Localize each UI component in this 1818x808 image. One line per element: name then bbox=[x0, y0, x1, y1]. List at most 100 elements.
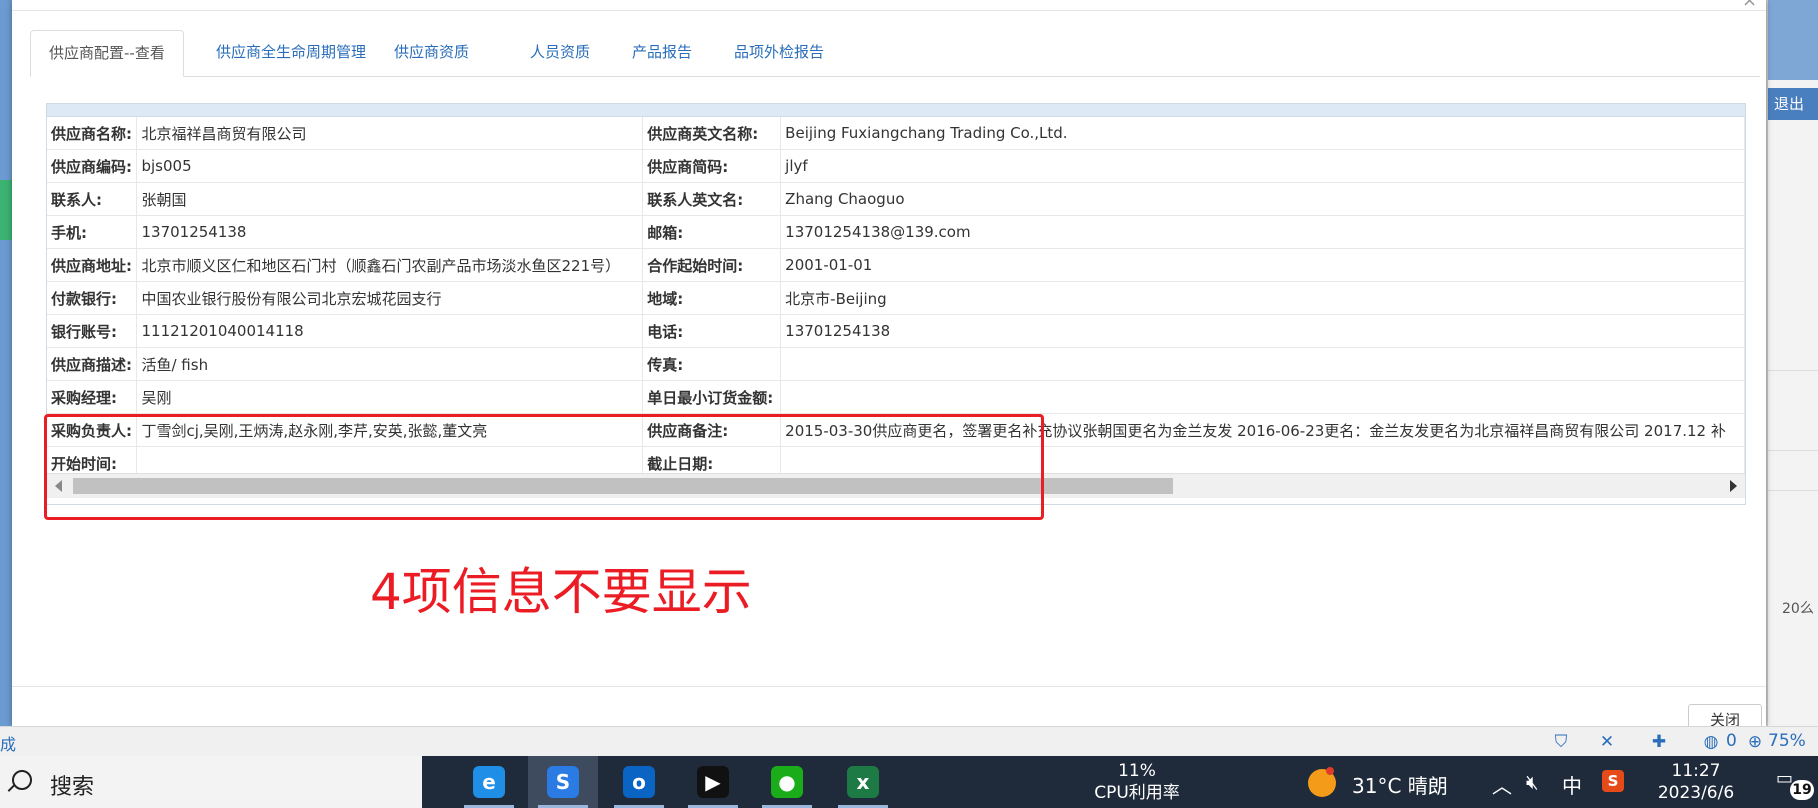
field-label: 付款银行: bbox=[47, 281, 138, 315]
weather-icon[interactable] bbox=[1308, 767, 1336, 797]
tab-supplier-config[interactable]: 供应商配置--查看 bbox=[30, 30, 184, 77]
field-value: Zhang Chaoguo bbox=[780, 182, 1745, 216]
clock-date: 2023/6/6 bbox=[1657, 783, 1735, 803]
outlook-icon: o bbox=[623, 766, 655, 798]
field-label: 供应商编码: bbox=[47, 149, 138, 183]
zoom-icon[interactable]: ⊕ bbox=[1744, 731, 1766, 753]
field-label: 电话: bbox=[642, 314, 782, 348]
taskbar-app[interactable]: S bbox=[528, 756, 598, 808]
field-value: 13701254138 bbox=[136, 215, 644, 249]
info-row: 手机: 13701254138 邮箱: 13701254138@139.com bbox=[47, 215, 1745, 249]
field-label: 采购经理: bbox=[47, 380, 138, 414]
background-right-panel: 退出 20么 bbox=[1767, 0, 1818, 726]
info-row: 银行账号: 11121201040014118 电话: 13701254138 bbox=[47, 314, 1745, 348]
info-row: 联系人: 张朝国 联系人英文名: Zhang Chaoguo bbox=[47, 182, 1745, 216]
excel-icon: x bbox=[847, 766, 879, 798]
wechat-icon: ● bbox=[771, 766, 803, 798]
notification-icon[interactable]: ▭ 19 bbox=[1776, 768, 1814, 800]
app-red-icon: ▶ bbox=[697, 766, 729, 798]
logout-link[interactable]: 退出 bbox=[1768, 88, 1818, 120]
field-label: 邮箱: bbox=[642, 215, 782, 249]
status-count: 0 bbox=[1726, 731, 1737, 751]
info-row: 供应商名称: 北京福祥昌商贸有限公司 供应商英文名称: Beijing Fuxiang… bbox=[47, 117, 1745, 150]
shield-icon[interactable]: ⛉ bbox=[1550, 731, 1572, 753]
field-label: 银行账号: bbox=[47, 314, 138, 348]
field-label: 供应商英文名称: bbox=[642, 117, 782, 150]
clock[interactable]: 11:27 2023/6/6 bbox=[1650, 760, 1742, 804]
field-value bbox=[780, 347, 1745, 381]
background-number: 20么 bbox=[1782, 601, 1814, 617]
taskbar: 搜索 e So ▶ ● x 11% CPU利用率 31°C 晴朗 ︿ 🔇︎ 中 S 11… bbox=[0, 756, 1818, 808]
field-label: 传真: bbox=[642, 347, 782, 381]
search-label: 搜索 bbox=[50, 775, 95, 800]
field-value: Beijing Fuxiangchang Trading Co.,Ltd. bbox=[780, 117, 1745, 150]
field-label: 单日最小订货金额: bbox=[642, 380, 782, 414]
sogou-ime-icon[interactable]: S bbox=[1602, 770, 1624, 792]
taskbar-app[interactable]: o bbox=[604, 756, 674, 808]
field-label: 手机: bbox=[47, 215, 138, 249]
ime-mode[interactable]: 中 bbox=[1562, 770, 1582, 799]
field-value: 吴刚 bbox=[136, 380, 644, 414]
zoom-level[interactable]: 75% bbox=[1768, 731, 1806, 751]
field-value: 13701254138 bbox=[780, 314, 1745, 348]
field-label: 合作起始时间: bbox=[642, 248, 782, 282]
field-label: 联系人英文名: bbox=[642, 182, 782, 216]
field-value: 13701254138@139.com bbox=[780, 215, 1745, 249]
taskbar-app[interactable]: x bbox=[828, 756, 898, 808]
field-value: 11121201040014118 bbox=[136, 314, 644, 348]
supplier-view-dialog: × 供应商配置--查看 供应商全生命周期管理 供应商资质 人员资质 产品报告 品… bbox=[12, 0, 1766, 736]
weather-text[interactable]: 31°C 晴朗 bbox=[1352, 770, 1448, 799]
info-row: 供应商描述: 活鱼/ fish 传真: bbox=[47, 347, 1745, 381]
field-value bbox=[780, 380, 1745, 414]
field-value: bjs005 bbox=[136, 149, 644, 183]
sogou-browser-icon: S bbox=[547, 766, 579, 798]
medkit-icon[interactable]: ✚ bbox=[1648, 731, 1670, 753]
annotation-highlight-box bbox=[44, 414, 1044, 520]
ie-icon: e bbox=[473, 766, 505, 798]
info-row: 供应商编码: bjs005 供应商简码: jlyf bbox=[47, 149, 1745, 183]
tab-product-report[interactable]: 产品报告 bbox=[614, 30, 710, 75]
chevron-up-icon[interactable]: ︿ bbox=[1492, 770, 1512, 799]
notification-count: 19 bbox=[1790, 780, 1814, 800]
tab-lifecycle[interactable]: 供应商全生命周期管理 bbox=[198, 30, 384, 75]
taskbar-app[interactable]: ● bbox=[752, 756, 822, 808]
field-label: 供应商描述: bbox=[47, 347, 138, 381]
taskbar-app[interactable]: e bbox=[454, 756, 524, 808]
search-icon bbox=[12, 770, 32, 790]
mute-icon[interactable]: ✕ bbox=[1596, 731, 1618, 753]
field-value: 张朝国 bbox=[136, 182, 644, 216]
tab-external-inspection[interactable]: 品项外检报告 bbox=[716, 30, 842, 75]
field-label: 供应商名称: bbox=[47, 117, 138, 150]
tracking-icon[interactable]: ◍ bbox=[1700, 731, 1722, 753]
cpu-percent: 11% bbox=[1118, 761, 1156, 781]
status-text: 成 bbox=[0, 735, 17, 754]
field-label: 联系人: bbox=[47, 182, 138, 216]
cpu-label: CPU利用率 bbox=[1094, 783, 1180, 803]
field-label: 地域: bbox=[642, 281, 782, 315]
field-value: 中国农业银行股份有限公司北京宏城花园支行 bbox=[136, 281, 644, 315]
tab-personnel-qualification[interactable]: 人员资质 bbox=[512, 30, 608, 75]
volume-muted-icon[interactable]: 🔇︎ bbox=[1526, 770, 1539, 794]
info-row: 供应商地址: 北京市顺义区仁和地区石门村（顺鑫石门农副产品市场淡水鱼区221号）合… bbox=[47, 248, 1745, 282]
field-label: 供应商简码: bbox=[642, 149, 782, 183]
info-row: 采购经理: 吴刚 单日最小订货金额: bbox=[47, 380, 1745, 414]
field-label: 供应商地址: bbox=[47, 248, 138, 282]
taskbar-app[interactable]: ▶ bbox=[678, 756, 748, 808]
browser-status-bar: 成 ⛉ ✕ ✚ ◍ 0 ⊕ 75% bbox=[0, 726, 1818, 757]
clock-time: 11:27 bbox=[1671, 761, 1721, 781]
annotation-text: 4项信息不要显示 bbox=[370, 563, 752, 621]
field-value: 北京福祥昌商贸有限公司 bbox=[136, 117, 644, 150]
field-value: 活鱼/ fish bbox=[136, 347, 644, 381]
background-left-strip bbox=[0, 0, 12, 726]
field-value: 北京市顺义区仁和地区石门村（顺鑫石门农副产品市场淡水鱼区221号） bbox=[136, 248, 644, 282]
tab-bar: 供应商配置--查看 供应商全生命周期管理 供应商资质 人员资质 产品报告 品项外… bbox=[30, 30, 1760, 77]
cpu-widget[interactable]: 11% CPU利用率 bbox=[1082, 760, 1192, 804]
close-icon[interactable]: × bbox=[1742, 0, 1762, 11]
tab-supplier-qualification[interactable]: 供应商资质 bbox=[376, 30, 487, 75]
field-value: 2001-01-01 bbox=[780, 248, 1745, 282]
field-value: jlyf bbox=[780, 149, 1745, 183]
field-value: 北京市-Beijing bbox=[780, 281, 1745, 315]
scroll-right-icon[interactable] bbox=[1730, 480, 1737, 492]
info-row: 付款银行: 中国农业银行股份有限公司北京宏城花园支行 地域: 北京市-Beijing bbox=[47, 281, 1745, 315]
taskbar-search[interactable]: 搜索 bbox=[0, 756, 422, 808]
